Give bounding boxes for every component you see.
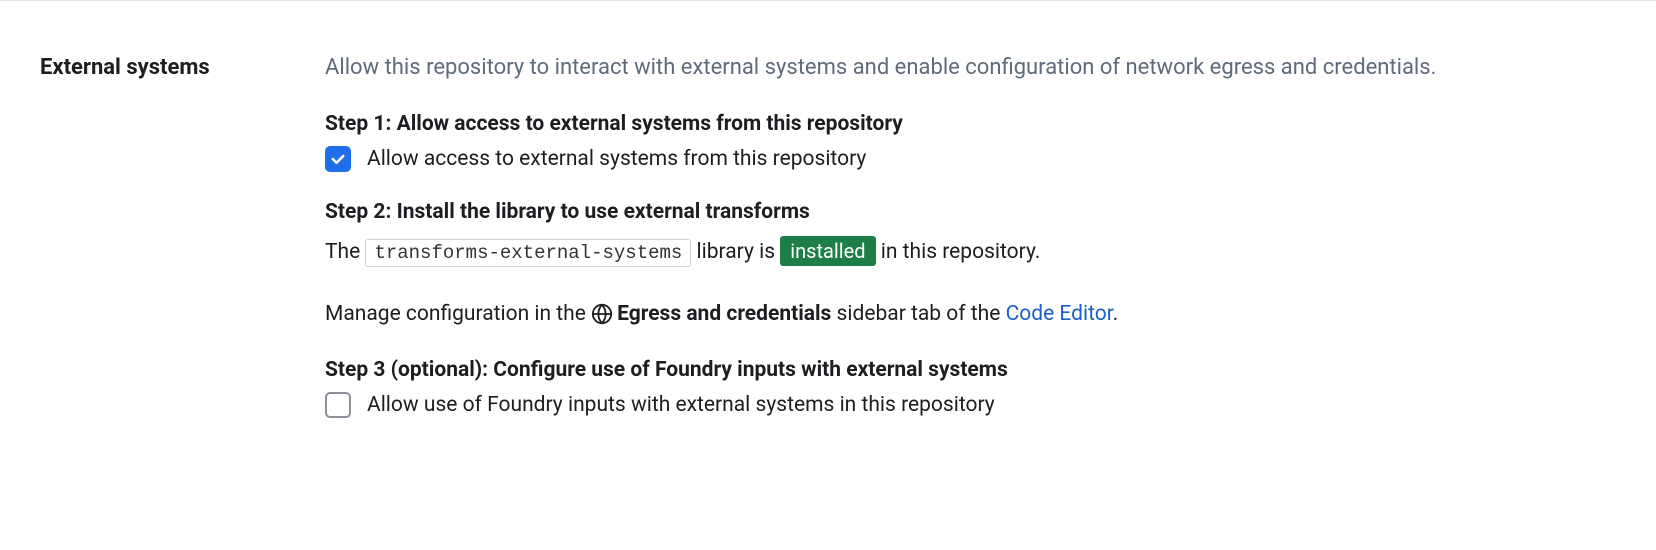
library-prefix: The [325,240,365,264]
step-1-checkbox-row: Allow access to external systems from th… [325,146,1616,172]
manage-configuration-line: Manage configuration in the Egress and c… [325,299,1616,331]
step-3: Step 3 (optional): Configure use of Foun… [325,358,1616,418]
manage-period: . [1113,302,1119,326]
library-mid1: library is [691,240,780,264]
egress-credentials-label: Egress and credentials [617,302,831,326]
library-name-code: transforms-external-systems [365,239,691,267]
allow-access-label: Allow access to external systems from th… [367,147,866,171]
library-status-line: The transforms-external-systems library … [325,234,1616,271]
allow-foundry-inputs-label: Allow use of Foundry inputs with externa… [367,393,995,417]
step-2-title: Step 2: Install the library to use exter… [325,200,1616,224]
check-icon [329,150,347,168]
external-systems-section: External systems Allow this repository t… [0,0,1656,506]
installed-badge: installed [780,236,875,266]
section-description: Allow this repository to interact with e… [325,51,1616,84]
code-editor-link[interactable]: Code Editor [1006,302,1113,326]
manage-prefix: Manage configuration in the [325,302,591,326]
step-2: Step 2: Install the library to use exter… [325,200,1616,271]
section-label: External systems [40,51,325,446]
step-1-title: Step 1: Allow access to external systems… [325,112,1616,136]
section-content: Allow this repository to interact with e… [325,51,1616,446]
manage-mid: sidebar tab of the [831,302,1005,326]
step-3-checkbox-row: Allow use of Foundry inputs with externa… [325,392,1616,418]
globe-icon [591,303,613,325]
allow-access-checkbox[interactable] [325,146,351,172]
library-suffix: in this repository. [876,240,1041,264]
step-3-title: Step 3 (optional): Configure use of Foun… [325,358,1616,382]
allow-foundry-inputs-checkbox[interactable] [325,392,351,418]
step-1: Step 1: Allow access to external systems… [325,112,1616,172]
